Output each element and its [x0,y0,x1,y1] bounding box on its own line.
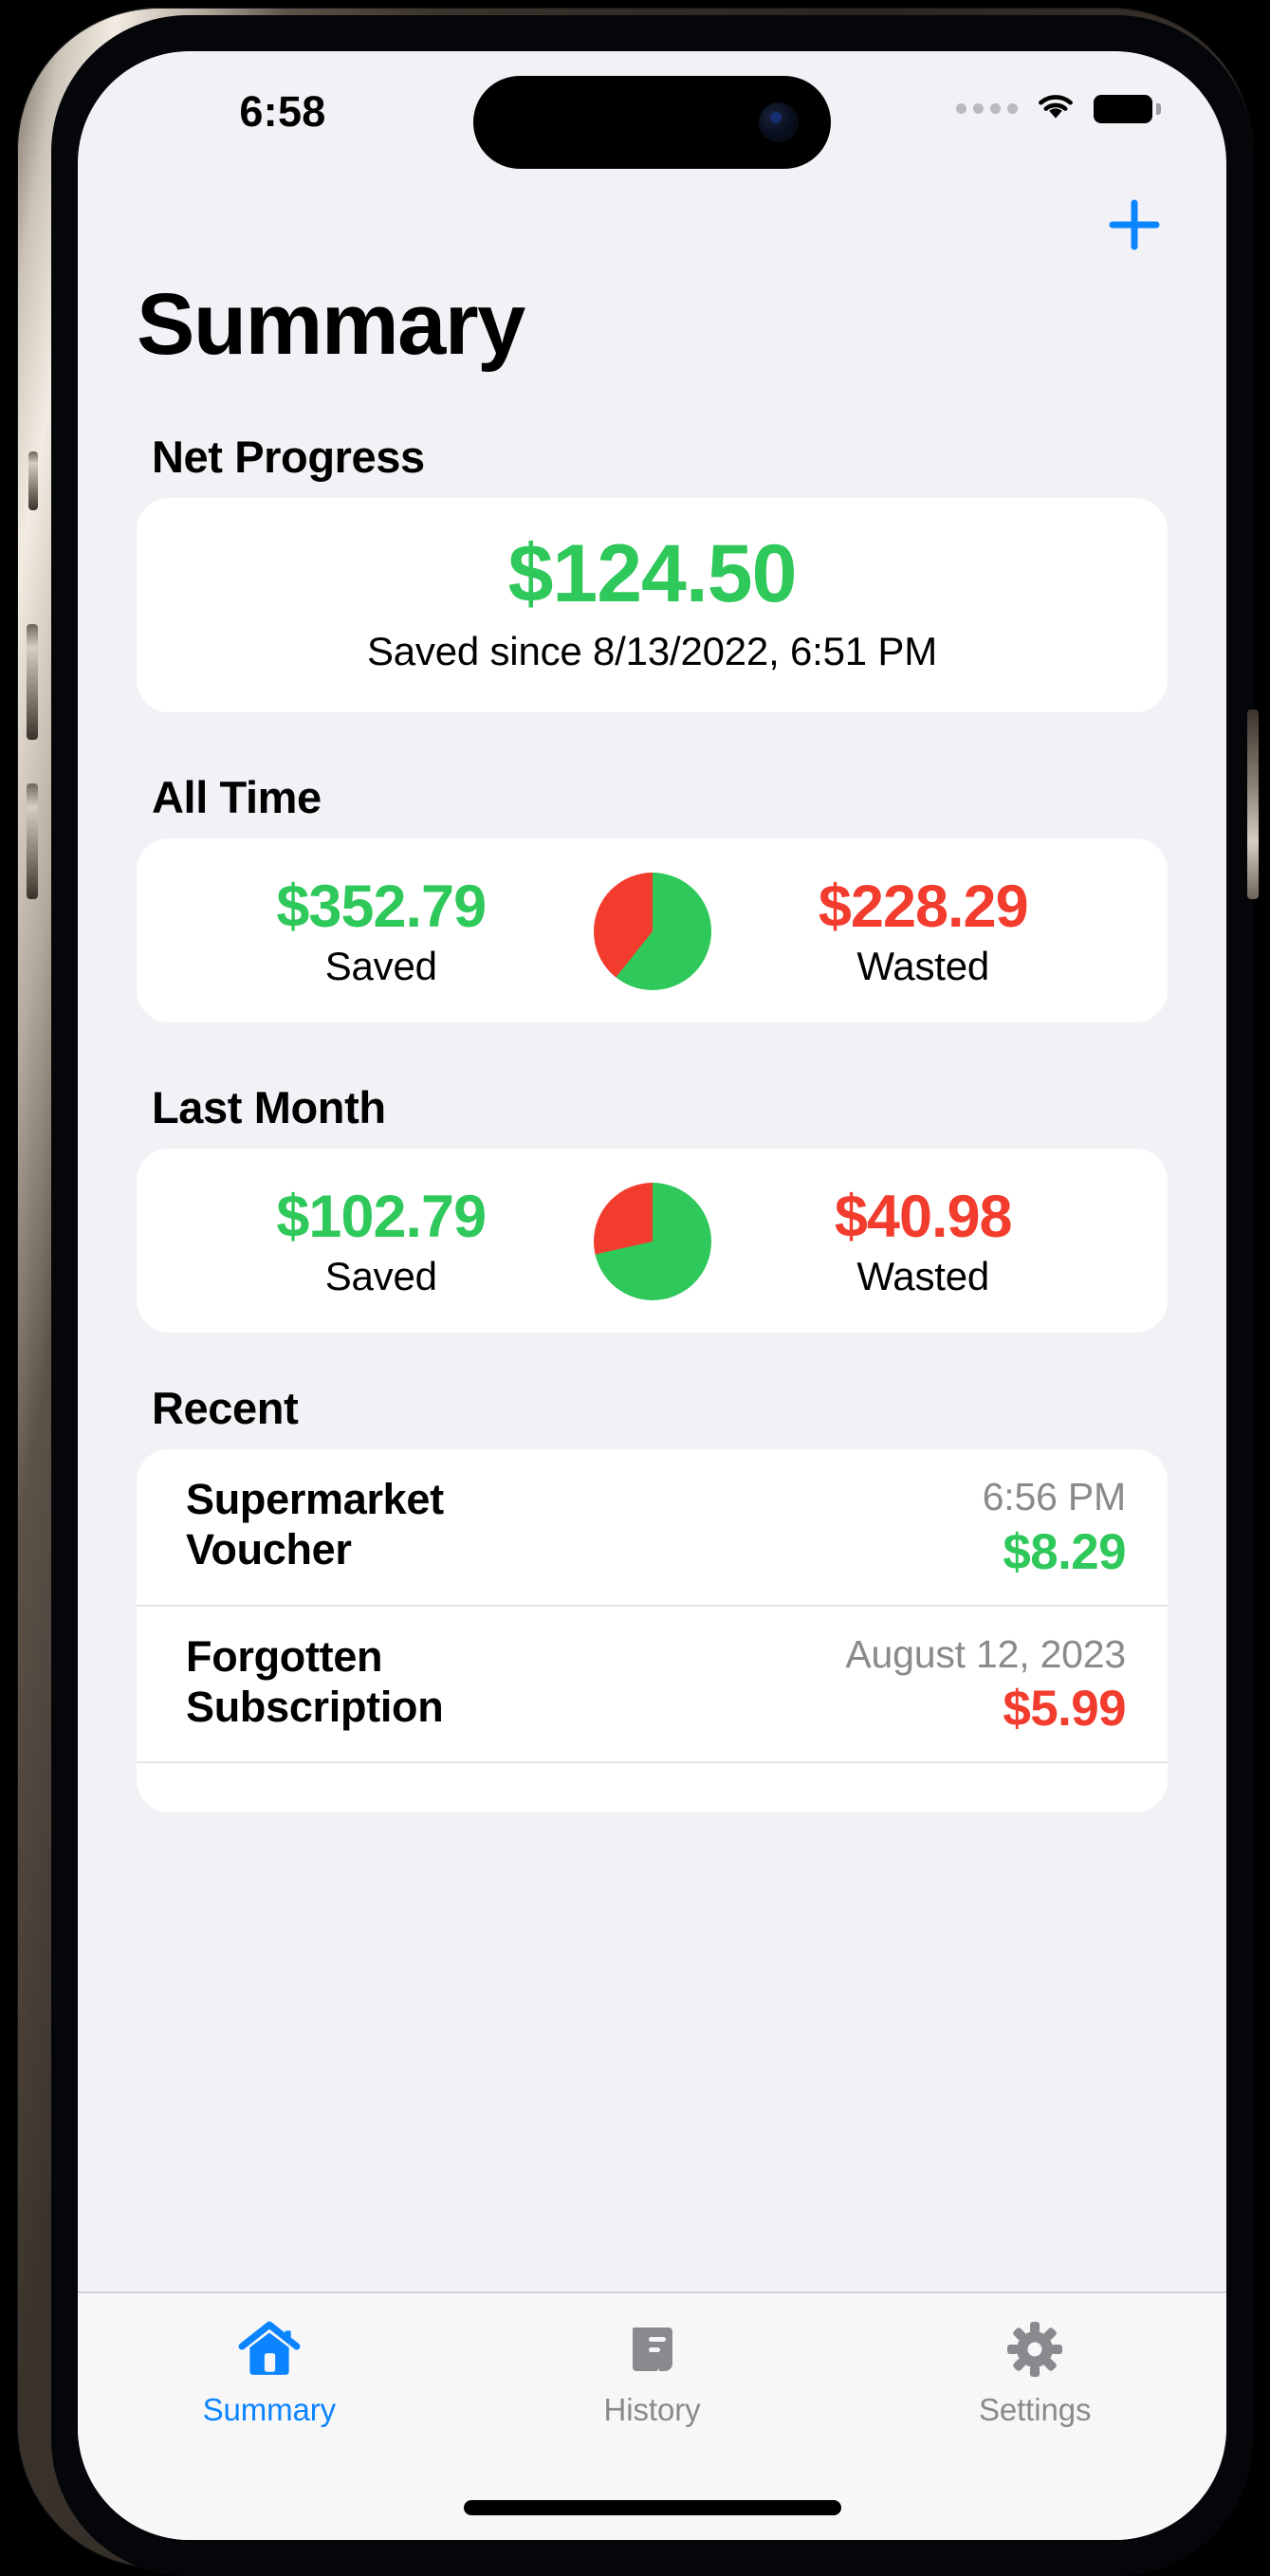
status-bar-time: 6:58 [239,87,326,136]
home-indicator[interactable] [463,2500,841,2515]
recent-list: Supermarket Voucher 6:56 PM $8.29 Forgot… [137,1449,1168,1813]
recent-item-time: 6:56 PM [982,1475,1126,1519]
tab-summary[interactable]: Summary [78,2314,461,2428]
all-time-saved-amount: $352.79 [276,873,487,940]
recent-item-meta: August 12, 2023 $5.99 [845,1631,1126,1737]
scroll-content[interactable]: Summary Net Progress $124.50 Saved since… [78,165,1226,2293]
last-month-wasted: $40.98 Wasted [717,1183,1131,1299]
section-header-all-time: All Time [152,772,322,823]
section-header-last-month: Last Month [152,1082,386,1133]
net-progress-subtitle: Saved since 8/13/2022, 6:51 PM [366,629,938,674]
last-month-card[interactable]: $102.79 Saved $40.98 Wasted [137,1149,1168,1334]
status-bar: 6:58 [78,51,1226,169]
recent-item-name: Forgotten Subscription [186,1631,444,1731]
scroll-icon [461,2314,844,2384]
all-time-wasted: $228.29 Wasted [717,874,1131,989]
last-month-saved-label: Saved [324,1254,437,1299]
wifi-icon [1035,91,1077,126]
volume-down-button[interactable] [27,783,38,899]
list-item[interactable]: Forgotten Subscription August 12, 2023 $… [137,1604,1168,1761]
tab-summary-label: Summary [202,2392,337,2427]
list-item[interactable]: Supermarket Voucher 6:56 PM $8.29 [137,1449,1168,1604]
last-month-saved-amount: $102.79 [276,1183,487,1250]
recent-item-time: August 12, 2023 [845,1631,1126,1676]
recent-item-amount: $5.99 [1003,1681,1126,1738]
navigation-bar [78,165,1226,279]
page-title: Summary [137,276,525,373]
all-time-card[interactable]: $352.79 Saved $228.29 Wasted [137,838,1168,1023]
all-time-saved: $352.79 Saved [175,874,588,989]
silent-switch-button[interactable] [28,451,38,510]
house-icon [78,2314,461,2384]
last-month-wasted-amount: $40.98 [834,1183,1013,1250]
power-button[interactable] [1247,709,1259,899]
all-time-wasted-amount: $228.29 [818,873,1029,940]
front-camera-icon [759,102,799,142]
recent-item-name: Supermarket Voucher [186,1475,444,1574]
tab-bar: Summary History Settings [78,2291,1226,2540]
section-header-recent: Recent [152,1383,299,1434]
tab-history[interactable]: History [461,2314,844,2428]
dynamic-island [473,76,831,169]
recent-item-meta: 6:56 PM $8.29 [982,1474,1127,1580]
section-header-net-progress: Net Progress [152,431,425,482]
add-button[interactable] [1101,192,1168,258]
last-month-pie-chart [593,1183,711,1301]
plus-icon [1109,199,1160,250]
cellular-dots-icon [956,103,1018,114]
phone-frame: 6:58 Summary Net Progress $124.50 Saved … [17,8,1259,2576]
last-month-wasted-label: Wasted [856,1254,990,1299]
last-month-saved: $102.79 Saved [175,1183,588,1299]
list-item-partial[interactable] [137,1761,1168,1812]
volume-up-button[interactable] [27,624,38,740]
gear-icon [843,2314,1226,2384]
net-progress-card[interactable]: $124.50 Saved since 8/13/2022, 6:51 PM [137,497,1168,713]
net-progress-amount: $124.50 [507,527,798,619]
tab-settings-label: Settings [978,2392,1092,2427]
all-time-saved-label: Saved [324,944,437,989]
recent-item-amount: $8.29 [1003,1523,1126,1580]
tab-history-label: History [603,2392,701,2427]
battery-full-icon [1094,94,1161,123]
tab-settings[interactable]: Settings [843,2314,1226,2428]
phone-screen: 6:58 Summary Net Progress $124.50 Saved … [78,51,1226,2540]
all-time-pie-chart [593,873,711,991]
status-bar-indicators [956,91,1161,126]
all-time-wasted-label: Wasted [856,944,990,989]
